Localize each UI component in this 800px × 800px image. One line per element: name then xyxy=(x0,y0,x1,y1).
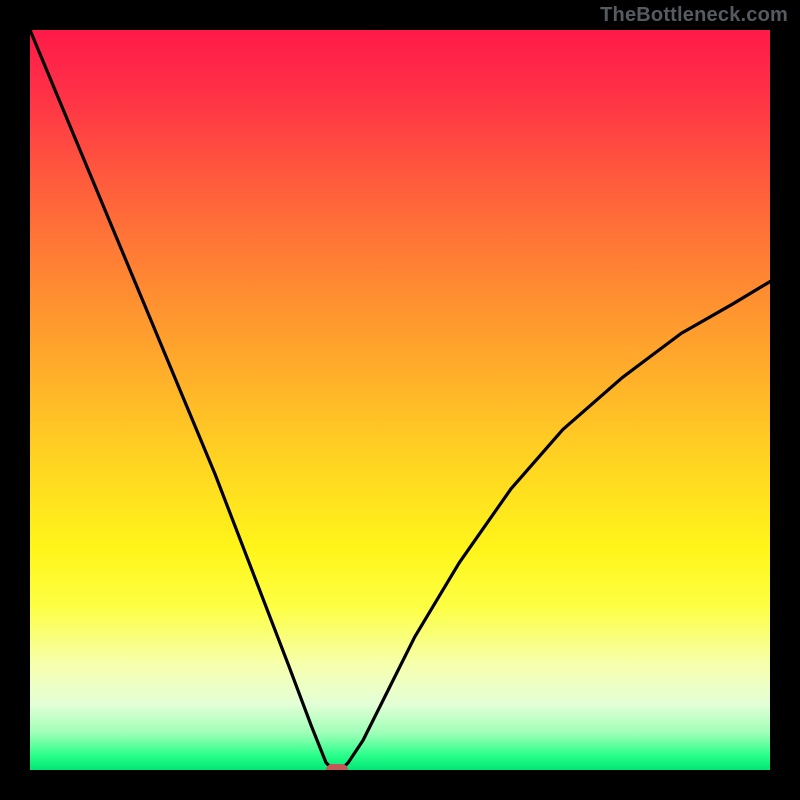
chart-frame: TheBottleneck.com xyxy=(0,0,800,800)
watermark-text: TheBottleneck.com xyxy=(600,4,788,27)
bottleneck-curve xyxy=(30,30,770,770)
plot-area xyxy=(30,30,770,770)
minimum-marker xyxy=(326,764,348,770)
